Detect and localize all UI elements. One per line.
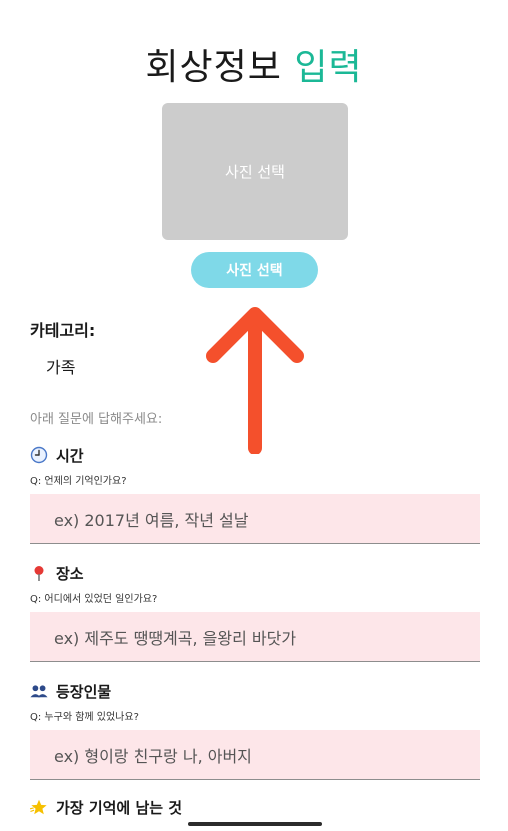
photo-preview[interactable]: 사진 선택 <box>162 103 348 240</box>
page-title-main: 회상정보 <box>145 47 282 88</box>
instruction-text: 아래 질문에 답해주세요: <box>30 412 163 427</box>
up-arrow-annotation <box>206 307 304 454</box>
category-label: 카테고리: <box>30 321 96 340</box>
section-title: 장소 <box>56 564 84 583</box>
place-input[interactable]: ex) 제주도 땡땡계곡, 을왕리 바닷가 <box>30 612 480 662</box>
section-title: 가장 기억에 남는 것 <box>56 798 183 817</box>
photo-preview-label: 사진 선택 <box>225 163 285 181</box>
clock-icon <box>30 446 48 464</box>
people-input-placeholder: ex) 형이랑 친구랑 나, 아버지 <box>54 746 252 766</box>
people-input[interactable]: ex) 형이랑 친구랑 나, 아버지 <box>30 730 480 780</box>
page-title: 회상정보 입력 <box>0 38 508 90</box>
time-input-placeholder: ex) 2017년 여름, 작년 설날 <box>54 510 249 530</box>
select-photo-button[interactable]: 사진 선택 <box>191 252 318 288</box>
home-indicator[interactable] <box>188 822 322 826</box>
section-memorable: 가장 기억에 남는 것 <box>30 796 480 818</box>
people-icon <box>30 682 48 700</box>
pin-icon <box>30 564 48 582</box>
section-question: Q: 어디에서 있었던 일인가요? <box>30 594 158 605</box>
section-place: 장소 Q: 어디에서 있었던 일인가요? ex) 제주도 땡땡계곡, 을왕리 바… <box>30 562 480 662</box>
section-title: 등장인물 <box>56 682 112 701</box>
time-input[interactable]: ex) 2017년 여름, 작년 설날 <box>30 494 480 544</box>
select-photo-button-label: 사진 선택 <box>226 263 283 279</box>
page-title-accent: 입력 <box>294 47 363 88</box>
section-time: 시간 Q: 언제의 기억인가요? ex) 2017년 여름, 작년 설날 <box>30 444 480 544</box>
section-question: Q: 누구와 함께 있었나요? <box>30 712 139 723</box>
star-icon <box>30 798 48 816</box>
category-value[interactable]: 가족 <box>46 354 75 378</box>
place-input-placeholder: ex) 제주도 땡땡계곡, 을왕리 바닷가 <box>54 628 297 648</box>
section-people: 등장인물 Q: 누구와 함께 있었나요? ex) 형이랑 친구랑 나, 아버지 <box>30 680 480 780</box>
section-title: 시간 <box>56 446 84 465</box>
section-question: Q: 언제의 기억인가요? <box>30 476 127 487</box>
